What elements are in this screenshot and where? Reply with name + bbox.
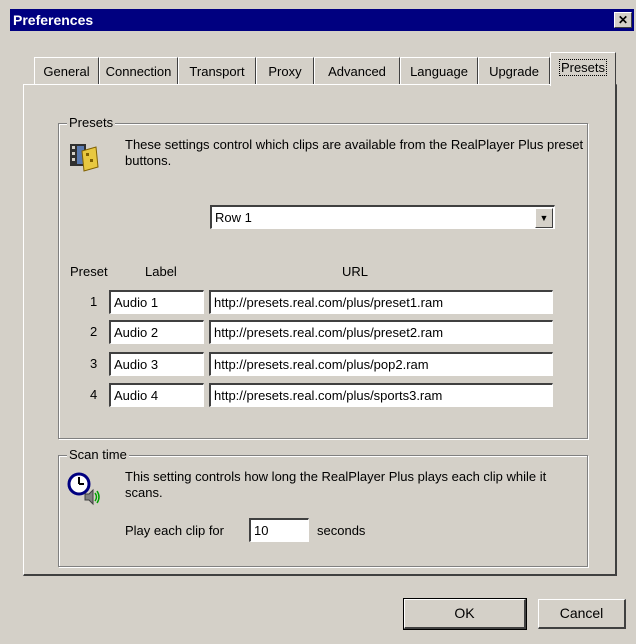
chevron-down-icon[interactable]: ▼ xyxy=(535,208,553,228)
cancel-button[interactable]: Cancel xyxy=(538,599,626,629)
preset-number: 3 xyxy=(90,356,98,371)
scan-time-description: This setting controls how long the RealP… xyxy=(125,469,547,500)
tab-general[interactable]: General xyxy=(34,57,99,84)
preset-number: 4 xyxy=(90,387,98,402)
preset-url-field[interactable]: http://presets.real.com/plus/pop2.ram xyxy=(209,352,553,376)
seconds-label: seconds xyxy=(317,523,366,538)
row-select-value: Row 1 xyxy=(215,210,252,225)
tab-advanced[interactable]: Advanced xyxy=(314,57,400,84)
tab-upgrade[interactable]: Upgrade xyxy=(478,57,550,84)
tab-presets[interactable]: Presets xyxy=(550,52,616,86)
header-preset: Preset xyxy=(70,264,108,279)
preset-url-field[interactable]: http://presets.real.com/plus/preset2.ram xyxy=(209,320,553,344)
presets-description: These settings control which clips are a… xyxy=(125,137,584,168)
preset-label-field[interactable]: Audio 2 xyxy=(109,320,204,344)
preset-url-field[interactable]: http://presets.real.com/plus/sports3.ram xyxy=(209,383,553,407)
scan-seconds-field[interactable]: 10 xyxy=(249,518,309,542)
presets-panel: Presets These settings control which cli… xyxy=(23,84,617,576)
preset-url-field[interactable]: http://presets.real.com/plus/preset1.ram xyxy=(209,290,553,314)
clock-speaker-icon xyxy=(67,472,101,506)
tab-transport[interactable]: Transport xyxy=(178,57,256,84)
scan-time-group: Scan time This setting controls how long… xyxy=(58,447,588,567)
tab-connection[interactable]: Connection xyxy=(99,57,178,84)
scan-time-group-title: Scan time xyxy=(67,447,129,462)
window-title: Preferences xyxy=(13,12,94,28)
film-clips-icon xyxy=(68,141,100,173)
header-url: URL xyxy=(342,264,369,279)
preset-number: 1 xyxy=(90,294,98,309)
close-button[interactable]: ✕ xyxy=(614,12,632,28)
tab-proxy[interactable]: Proxy xyxy=(256,57,314,84)
tab-language[interactable]: Language xyxy=(400,57,478,84)
presets-group-title: Presets xyxy=(67,115,116,130)
play-each-clip-label: Play each clip for xyxy=(125,523,224,538)
presets-group: Presets These settings control which cli… xyxy=(58,115,588,439)
row-select[interactable]: Row 1 ▼ xyxy=(210,205,555,229)
tab-presets-label: Presets xyxy=(558,59,608,76)
preset-number: 2 xyxy=(90,324,98,339)
title-bar: Preferences ✕ xyxy=(10,9,634,31)
preset-label-field[interactable]: Audio 3 xyxy=(109,352,204,376)
preset-label-field[interactable]: Audio 4 xyxy=(109,383,204,407)
ok-button[interactable]: OK xyxy=(403,598,527,630)
preset-label-field[interactable]: Audio 1 xyxy=(109,290,204,314)
header-label: Label xyxy=(145,264,177,279)
